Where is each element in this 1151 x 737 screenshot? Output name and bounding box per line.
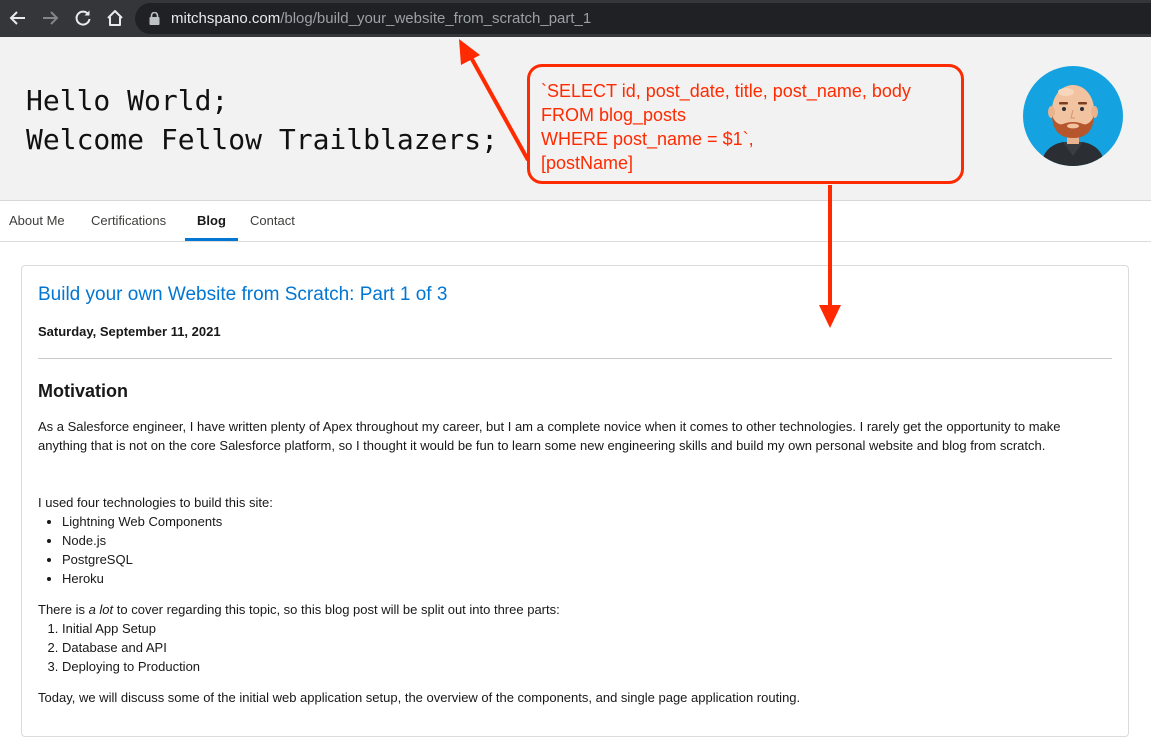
nav-tabs: About Me Certifications Blog Contact (0, 201, 1151, 242)
url-path: /blog/build_your_website_from_scratch_pa… (280, 10, 592, 27)
url-text[interactable]: mitchspano.com/blog/build_your_website_f… (171, 10, 591, 27)
tab-contact[interactable]: Contact (250, 201, 295, 241)
list-item: Node.js (62, 531, 222, 550)
forward-arrow-icon[interactable] (38, 6, 62, 30)
post-title[interactable]: Build your own Website from Scratch: Par… (38, 284, 447, 306)
avatar (1023, 66, 1123, 166)
header-line-2: Welcome Fellow Trailblazers; (26, 123, 499, 156)
blog-post-card: Build your own Website from Scratch: Par… (21, 265, 1129, 737)
list-item: Lightning Web Components (62, 512, 222, 531)
parts-intro: There is a lot to cover regarding this t… (38, 600, 1098, 619)
parts-intro-pre: There is (38, 602, 89, 617)
tab-certifications[interactable]: Certifications (91, 201, 166, 241)
list-item: Database and API (62, 638, 200, 657)
home-icon[interactable] (103, 6, 127, 30)
header-greeting: Hello World; Welcome Fellow Trailblazers; (26, 81, 498, 159)
parts-intro-emphasis: a lot (88, 602, 114, 617)
url-host: mitchspano.com (171, 10, 281, 27)
divider (38, 358, 1112, 359)
tech-list: Lightning Web Components Node.js Postgre… (46, 512, 222, 588)
post-date: Saturday, September 11, 2021 (38, 324, 221, 339)
list-item: Deploying to Production (62, 657, 200, 676)
list-item: PostgreSQL (62, 550, 222, 569)
tab-blog[interactable]: Blog (197, 201, 226, 241)
header-line-1: Hello World; (26, 84, 229, 117)
parts-list: Initial App Setup Database and API Deplo… (46, 619, 200, 676)
tab-about-me[interactable]: About Me (9, 201, 65, 241)
closing-paragraph: Today, we will discuss some of the initi… (38, 690, 801, 705)
lock-icon (149, 11, 160, 30)
list-item: Initial App Setup (62, 619, 200, 638)
browser-toolbar: mitchspano.com/blog/build_your_website_f… (0, 0, 1151, 37)
list-item: Heroku (62, 569, 222, 588)
intro-paragraph: As a Salesforce engineer, I have written… (38, 419, 1061, 453)
active-tab-indicator (185, 238, 238, 241)
back-arrow-icon[interactable] (6, 6, 30, 30)
annotation-sql: `SELECT id, post_date, title, post_name,… (541, 81, 911, 173)
tech-intro: I used four technologies to build this s… (38, 495, 273, 510)
annotation-box: `SELECT id, post_date, title, post_name,… (527, 64, 964, 184)
parts-intro-post: to cover regarding this topic, so this b… (113, 602, 560, 617)
reload-icon[interactable] (71, 6, 95, 30)
section-heading: Motivation (38, 381, 128, 401)
address-bar[interactable]: mitchspano.com/blog/build_your_website_f… (135, 3, 1151, 34)
